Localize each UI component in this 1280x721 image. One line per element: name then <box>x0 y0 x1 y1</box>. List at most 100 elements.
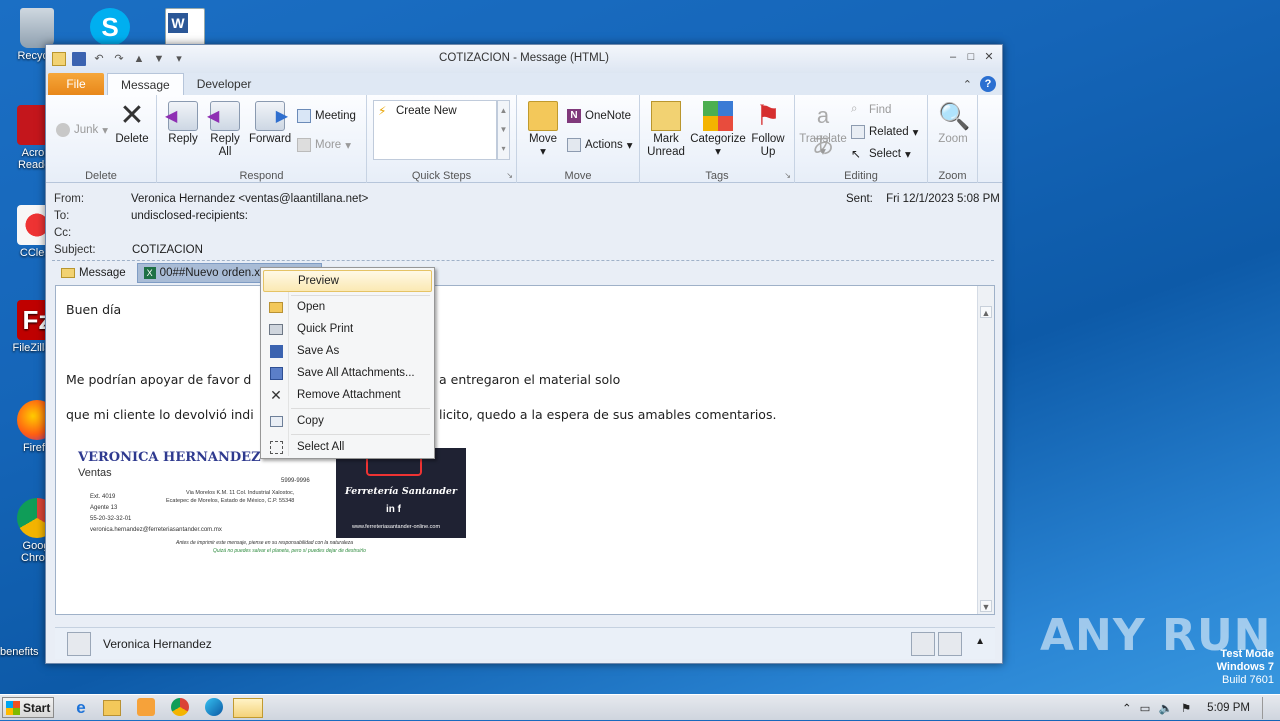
action-center-flag-icon[interactable]: ⚑ <box>1181 701 1191 715</box>
select-all-icon <box>269 440 283 454</box>
help-icon[interactable]: ? <box>980 76 996 92</box>
save-icon[interactable] <box>72 52 86 66</box>
ribbon-group-tags: Mark Unread Categorize ▾ ⚑ Follow Up Tags… <box>640 95 795 183</box>
delete-button[interactable]: ✕ Delete <box>114 101 150 146</box>
people-pane-avatar-1[interactable] <box>911 632 935 656</box>
tab-developer[interactable]: Developer <box>184 73 265 95</box>
ribbon-group-delete: Junk ▾ ✕ Delete Delete <box>46 95 157 183</box>
quick-steps-gallery[interactable]: ⚡ Create New <box>373 100 497 160</box>
quick-steps-scroll[interactable]: ▲ ▼ ▾ <box>497 100 510 160</box>
group-label-quick-steps: Quick Steps <box>411 170 472 182</box>
scroll-down-arrow[interactable]: ▼ <box>980 600 992 612</box>
maximize-button[interactable]: □ <box>964 51 978 65</box>
menu-item-save-all-attachments[interactable]: Save All Attachments... <box>263 362 432 384</box>
reply-all-icon: ◀ <box>207 101 240 131</box>
customize-qat-icon[interactable]: ▾ <box>172 52 186 66</box>
menu-item-open[interactable]: Open <box>263 296 432 318</box>
undo-icon[interactable]: ↶ <box>92 52 106 66</box>
clock[interactable]: 5:09 PM <box>1207 702 1250 714</box>
tab-message[interactable]: Message <box>107 73 184 95</box>
network-icon[interactable]: ▭ <box>1140 701 1151 715</box>
translate-button[interactable]: aあ Translate ▾ <box>799 101 847 159</box>
sig-name: VERONICA HERNANDEZ <box>78 450 261 465</box>
menu-item-quick-print[interactable]: Quick Print <box>263 318 432 340</box>
body-line-2-start: que mi cliente lo devolvió indi <box>66 407 254 422</box>
close-button[interactable]: ✕ <box>982 51 996 65</box>
to-value[interactable]: undisclosed-recipients: <box>131 210 248 222</box>
move-button[interactable]: Move ▾ <box>525 101 561 159</box>
cc-label: Cc: <box>54 227 72 239</box>
envelope-icon <box>61 268 75 278</box>
translate-icon: aあ <box>811 103 834 158</box>
group-label-editing: Editing <box>844 170 878 182</box>
menu-separator <box>291 434 430 435</box>
reply-all-button[interactable]: ◀ Reply All <box>207 101 243 159</box>
reply-icon: ◀ <box>165 101 198 131</box>
sig-phone-2: 5999-9996 <box>281 478 310 484</box>
windows-logo-icon <box>6 700 20 715</box>
message-body[interactable]: Buen día Me podrían apoyar de favor d a … <box>55 285 995 615</box>
body-line-1-end: a entregaron el material solo <box>439 372 621 387</box>
junk-button[interactable]: Junk ▾ <box>56 123 108 137</box>
tab-file[interactable]: File <box>48 73 104 95</box>
header-divider <box>52 260 994 261</box>
zoom-button[interactable]: 🔍 Zoom <box>934 101 972 146</box>
people-pane-avatar-2[interactable] <box>938 632 962 656</box>
onenote-button[interactable]: N OneNote <box>567 109 631 123</box>
sig-eco-2: Quizá no puedes salvar el planeta, pero … <box>213 548 366 554</box>
chrome-taskbar-icon[interactable] <box>171 698 189 716</box>
previous-item-icon[interactable]: ▲ <box>132 52 146 66</box>
media-player-icon[interactable] <box>137 698 155 716</box>
categorize-button[interactable]: Categorize ▾ <box>690 101 746 159</box>
edge-icon[interactable] <box>205 698 223 716</box>
body-scrollbar[interactable]: ▲ ▼ <box>977 286 994 614</box>
ribbon-group-respond: ◀ Reply ◀ Reply All ▶ Forward Meeting Mo… <box>157 95 367 183</box>
reply-button[interactable]: ◀ Reply <box>165 101 201 146</box>
meeting-button[interactable]: Meeting <box>297 109 356 123</box>
ribbon-tabs: File Message Developer ⌃ ? <box>46 73 1002 95</box>
outlook-envelope-icon <box>52 52 66 66</box>
menu-item-save-as[interactable]: Save As <box>263 340 432 362</box>
attachment-context-menu: Preview Open Quick Print Save As Save Al… <box>260 267 435 459</box>
mark-unread-icon <box>651 101 681 131</box>
redo-icon[interactable]: ↷ <box>112 52 126 66</box>
from-value[interactable]: Veronica Hernandez <ventas@laantillana.n… <box>131 193 368 205</box>
mark-unread-button[interactable]: Mark Unread <box>646 101 686 159</box>
dialog-launcher-icon[interactable]: ↘ <box>506 171 513 180</box>
expand-people-pane-icon[interactable]: ▲ <box>975 636 985 647</box>
minimize-ribbon-icon[interactable]: ⌃ <box>963 78 972 91</box>
explorer-icon[interactable] <box>103 700 121 716</box>
show-desktop-button[interactable] <box>1262 697 1272 719</box>
sig-role: Ventas <box>78 467 112 479</box>
word-doc-icon[interactable]: W <box>165 8 205 46</box>
volume-icon[interactable]: 🔈 <box>1159 701 1173 715</box>
create-new-quick-step[interactable]: ⚡ Create New <box>378 104 457 118</box>
menu-item-copy[interactable]: Copy <box>263 410 432 432</box>
message-attachment-tab[interactable]: Message <box>54 263 133 283</box>
find-button[interactable]: ⌕ Find <box>851 103 891 117</box>
menu-item-preview[interactable]: Preview <box>263 270 432 292</box>
contact-avatar[interactable] <box>67 632 91 656</box>
forward-button[interactable]: ▶ Forward <box>249 101 291 146</box>
actions-icon <box>567 138 581 152</box>
ie-icon[interactable]: e <box>70 698 92 718</box>
more-respond-button[interactable]: More ▾ <box>297 138 351 152</box>
skype-icon[interactable]: S <box>90 8 130 46</box>
group-label-move: Move <box>564 170 592 182</box>
related-button[interactable]: Related ▾ <box>851 125 918 139</box>
actions-button[interactable]: Actions ▾ <box>567 138 633 152</box>
next-item-icon[interactable]: ▼ <box>152 52 166 66</box>
zoom-icon: 🔍 <box>938 101 971 131</box>
follow-up-button[interactable]: ⚑ Follow Up <box>748 101 788 159</box>
ribbon: Junk ▾ ✕ Delete Delete ◀ Reply ◀ Reply Al… <box>46 95 1002 183</box>
select-button[interactable]: ↖ Select ▾ <box>851 147 911 161</box>
start-button[interactable]: Start <box>2 697 54 718</box>
menu-item-remove-attachment[interactable]: ✕ Remove Attachment <box>263 384 432 406</box>
outlook-taskbar-icon[interactable] <box>233 698 263 718</box>
minimize-button[interactable]: – <box>946 51 960 65</box>
scroll-up-arrow[interactable]: ▲ <box>980 306 992 318</box>
menu-item-select-all[interactable]: Select All <box>263 436 432 458</box>
dialog-launcher-icon[interactable]: ↘ <box>784 171 791 180</box>
tray-expand-icon[interactable]: ⌃ <box>1122 701 1132 715</box>
save-as-icon <box>269 344 283 358</box>
